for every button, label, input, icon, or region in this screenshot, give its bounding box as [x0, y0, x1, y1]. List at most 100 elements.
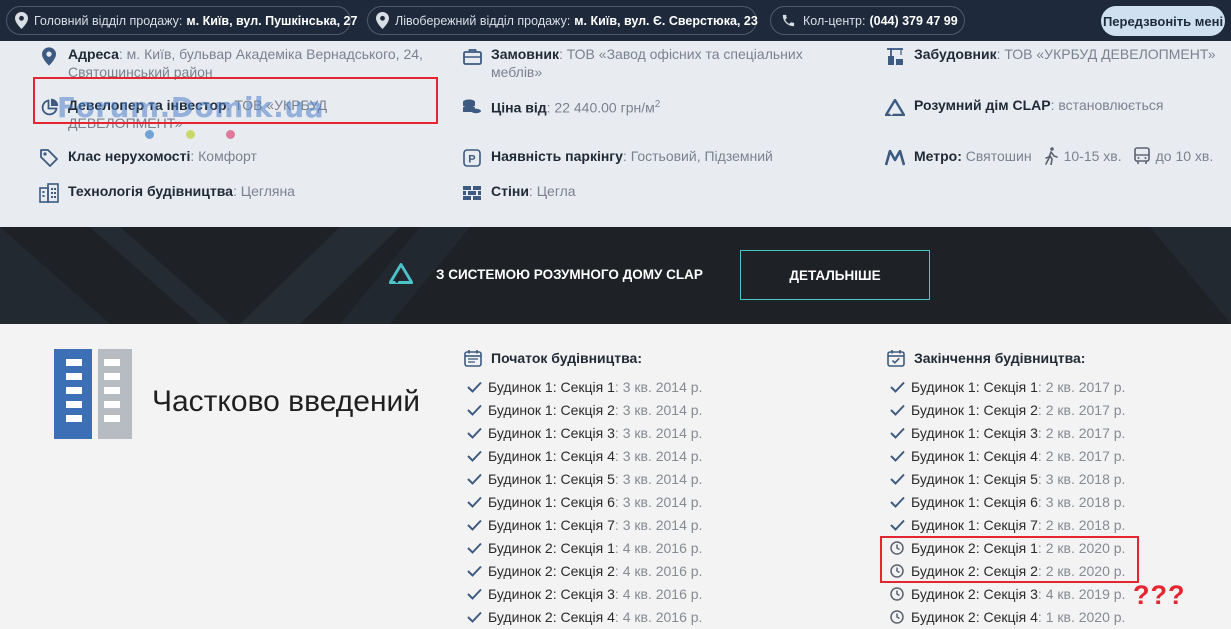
price-unit-sup: 2: [654, 99, 661, 110]
schedule-item-label: Будинок 1: Секція 1: [488, 379, 615, 395]
schedule-item-label: Будинок 1: Секція 4: [488, 448, 615, 464]
crane-icon: [884, 45, 906, 67]
metro-icon: [884, 147, 906, 169]
info-technology: Технологія будівництва: Цегляна: [38, 182, 438, 204]
checkmark-icon: [889, 402, 905, 418]
info-customer: Замовник: ТОВ «Завод офісних та спеціаль…: [461, 45, 851, 81]
schedule-item-label: Будинок 1: Секція 4: [911, 448, 1038, 464]
info-class: Клас нерухомості: Комфорт: [38, 147, 438, 169]
info-price: Ціна від: 22 440.00 грн/м2: [461, 96, 851, 118]
walls-value: : Цегла: [528, 183, 576, 199]
walking-icon: [1044, 147, 1058, 165]
end-title-text: Закінчення будівництва:: [914, 350, 1086, 366]
date-highlight-box: [880, 536, 1139, 583]
metro-station: Святошин: [965, 148, 1032, 164]
schedule-item-label: Будинок 1: Секція 5: [488, 471, 615, 487]
schedule-item: Будинок 2: Секція 1: 4 кв. 2016 р.: [466, 538, 702, 558]
smarthome-key: Розумний дім CLAP: [914, 97, 1051, 113]
bus-icon: [1133, 147, 1150, 165]
checkmark-icon: [466, 586, 482, 602]
schedule-item-label: Будинок 2: Секція 1: [488, 540, 615, 556]
callback-button[interactable]: Передзвоніть мені: [1101, 6, 1225, 36]
checkmark-icon: [889, 448, 905, 464]
top-contact-bar: Головний відділ продажу: м. Київ, вул. П…: [0, 0, 1231, 41]
schedule-item: Будинок 2: Секція 4: 1 кв. 2020 р.: [889, 607, 1125, 627]
main-office-pill[interactable]: Головний відділ продажу: м. Київ, вул. П…: [6, 6, 357, 35]
callcenter-pill[interactable]: Кол-центр: (044) 379 47 99: [770, 6, 965, 35]
schedule-item-date: : 4 кв. 2016 р.: [614, 540, 703, 556]
info-walls: Стіни: Цегла: [461, 182, 851, 204]
schedule-item-label: Будинок 1: Секція 3: [911, 425, 1038, 441]
watermark-dot-blue: [145, 130, 154, 139]
question-marks-annotation: ???: [1133, 580, 1186, 610]
schedule-item: Будинок 1: Секція 1: 2 кв. 2017 р.: [889, 377, 1125, 397]
info-builder: Забудовник: ТОВ «УКРБУД ДЕВЕЛОПМЕНТ»: [884, 45, 1229, 67]
schedule-item-date: : 2 кв. 2017 р.: [1037, 425, 1126, 441]
technology-value: : Цегляна: [232, 183, 295, 199]
schedule-item-date: : 4 кв. 2019 р.: [1037, 586, 1126, 602]
schedule-item-label: Будинок 1: Секція 6: [488, 494, 615, 510]
schedule-item: Будинок 1: Секція 2: 3 кв. 2014 р.: [466, 400, 702, 420]
schedule-item: Будинок 2: Секція 3: 4 кв. 2019 р.: [889, 584, 1125, 604]
construction-status: Частково введений: [152, 385, 421, 418]
callcenter-label: Кол-центр:: [803, 13, 866, 28]
schedule-item-label: Будинок 1: Секція 7: [911, 517, 1038, 533]
schedule-item-date: : 3 кв. 2014 р.: [614, 402, 703, 418]
start-construction-title: Початок будівництва:: [463, 348, 642, 368]
schedule-item: Будинок 1: Секція 4: 3 кв. 2014 р.: [466, 446, 702, 466]
schedule-item-date: : 4 кв. 2016 р.: [614, 609, 703, 625]
main-office-label: Головний відділ продажу:: [34, 13, 183, 28]
customer-key: Замовник: [491, 46, 559, 62]
location-pin-icon: [38, 45, 60, 67]
svg-text:P: P: [468, 154, 475, 166]
metro-key: Метро:: [914, 148, 962, 164]
schedule-item: Будинок 1: Секція 6: 3 кв. 2014 р.: [466, 492, 702, 512]
schedule-item-date: : 4 кв. 2016 р.: [614, 586, 703, 602]
clock-icon: [889, 609, 905, 625]
info-smarthome: Розумний дім CLAP: встановлюється: [884, 96, 1229, 118]
checkmark-icon: [889, 425, 905, 441]
price-value: : 22 440.00 грн/м: [546, 99, 655, 116]
phone-icon: [779, 12, 797, 30]
project-info-section: Адреса: м. Київ, бульвар Академіка Верна…: [0, 41, 1231, 227]
schedule-item-date: : 3 кв. 2014 р.: [614, 494, 703, 510]
schedule-item-label: Будинок 2: Секція 4: [911, 609, 1038, 625]
calendar-icon: [463, 348, 483, 368]
location-pin-icon: [15, 12, 28, 30]
checkmark-icon: [466, 448, 482, 464]
schedule-item-label: Будинок 1: Секція 6: [911, 494, 1038, 510]
schedule-item: Будинок 2: Секція 2: 4 кв. 2016 р.: [466, 561, 702, 581]
clap-logo-icon: [884, 96, 906, 118]
checkmark-icon: [466, 471, 482, 487]
checkmark-icon: [466, 402, 482, 418]
price-key: Ціна від: [491, 99, 547, 116]
building-icon: [38, 182, 60, 204]
tag-icon: [38, 147, 60, 169]
schedule-item: Будинок 1: Секція 7: 3 кв. 2014 р.: [466, 515, 702, 535]
schedule-item-label: Будинок 1: Секція 7: [488, 517, 615, 533]
details-button[interactable]: ДЕТАЛЬНІШЕ: [740, 250, 930, 300]
checkmark-icon: [466, 494, 482, 510]
walls-key: Стіни: [491, 183, 529, 199]
calendar-check-icon: [886, 348, 906, 368]
parking-value: : Гостьовий, Підземний: [622, 148, 773, 164]
schedule-item-label: Будинок 1: Секція 3: [488, 425, 615, 441]
schedule-item: Будинок 1: Секція 1: 3 кв. 2014 р.: [466, 377, 702, 397]
customer-value-line2: меблів»: [491, 64, 543, 80]
watermark-dot-pink: [226, 130, 235, 139]
address-value: : м. Київ, бульвар Академіка Вернадськог…: [118, 46, 423, 62]
schedule-item: Будинок 2: Секція 4: 4 кв. 2016 р.: [466, 607, 702, 627]
address-highlight-box: [33, 77, 438, 124]
address-key: Адреса: [68, 46, 119, 62]
checkmark-icon: [466, 379, 482, 395]
clock-icon: [889, 586, 905, 602]
schedule-item: Будинок 1: Секція 6: 3 кв. 2018 р.: [889, 492, 1125, 512]
schedule-item-date: : 3 кв. 2014 р.: [614, 517, 703, 533]
schedule-item-label: Будинок 1: Секція 1: [911, 379, 1038, 395]
schedule-item: Будинок 1: Секція 3: 2 кв. 2017 р.: [889, 423, 1125, 443]
left-bank-office-pill[interactable]: Лівобережний відділ продажу: м. Київ, ву…: [367, 6, 758, 35]
schedule-item-date: : 3 кв. 2014 р.: [614, 379, 703, 395]
schedule-item-label: Будинок 1: Секція 2: [488, 402, 615, 418]
class-key: Клас нерухомості: [68, 148, 191, 164]
parking-key: Наявність паркінгу: [491, 148, 623, 164]
